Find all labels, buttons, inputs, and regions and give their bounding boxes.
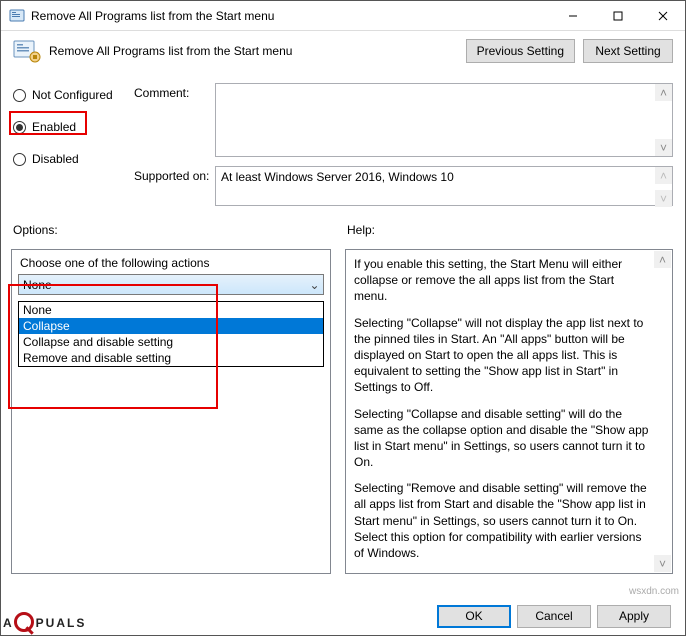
options-panel: Choose one of the following actions None… <box>11 249 331 574</box>
dropdown-option-none[interactable]: None <box>19 302 323 318</box>
apply-button[interactable]: Apply <box>597 605 671 628</box>
watermark-site: wsxdn.com <box>629 586 679 597</box>
radio-icon <box>13 153 26 166</box>
maximize-button[interactable] <box>595 1 640 30</box>
radio-label: Enabled <box>32 120 76 134</box>
help-paragraph: Selecting "Collapse" will not display th… <box>354 315 650 396</box>
dropdown-option-collapse-disable[interactable]: Collapse and disable setting <box>19 334 323 350</box>
chevron-down-icon: ⌄ <box>306 278 323 292</box>
header-title: Remove All Programs list from the Start … <box>49 44 458 58</box>
close-button[interactable] <box>640 1 685 30</box>
radio-not-configured[interactable]: Not Configured <box>13 83 123 107</box>
supported-on-box: At least Windows Server 2016, Windows 10… <box>215 166 673 206</box>
radio-label: Not Configured <box>32 88 113 102</box>
radio-icon <box>13 121 26 134</box>
help-paragraph: If you enable this setting, the Start Me… <box>354 256 650 305</box>
help-section-label: Help: <box>347 223 375 237</box>
help-paragraph: Selecting "Collapse and disable setting"… <box>354 406 650 471</box>
supported-on-value: At least Windows Server 2016, Windows 10 <box>216 167 655 187</box>
scroll-down-icon: ˅ <box>655 190 672 207</box>
help-paragraph: If you disable or do not configure this … <box>354 571 650 574</box>
scroll-up-icon: ˄ <box>655 167 672 184</box>
help-text: If you enable this setting, the Start Me… <box>346 250 672 574</box>
titlebar: Remove All Programs list from the Start … <box>1 1 685 31</box>
help-panel: If you enable this setting, the Start Me… <box>345 249 673 574</box>
window-title: Remove All Programs list from the Start … <box>31 9 550 23</box>
dropdown-list: None Collapse Collapse and disable setti… <box>18 301 324 367</box>
radio-label: Disabled <box>32 152 79 166</box>
comment-value <box>216 84 672 90</box>
scroll-down-icon[interactable]: ˅ <box>655 139 672 156</box>
radio-icon <box>13 89 26 102</box>
app-icon <box>9 8 25 24</box>
policy-icon <box>13 39 41 63</box>
choose-action-label: Choose one of the following actions <box>12 250 330 274</box>
action-dropdown[interactable]: None ⌄ <box>18 274 324 295</box>
next-setting-button[interactable]: Next Setting <box>583 39 673 63</box>
dropdown-option-remove-disable[interactable]: Remove and disable setting <box>19 350 323 366</box>
dropdown-selected-value: None <box>19 278 306 292</box>
radio-disabled[interactable]: Disabled <box>13 147 123 171</box>
header-row: Remove All Programs list from the Start … <box>1 31 685 71</box>
group-policy-dialog: Remove All Programs list from the Start … <box>0 0 686 636</box>
radio-enabled[interactable]: Enabled <box>13 115 123 139</box>
comment-textarea[interactable]: ˄ ˅ <box>215 83 673 157</box>
ok-button[interactable]: OK <box>437 605 511 628</box>
cancel-button[interactable]: Cancel <box>517 605 591 628</box>
help-paragraph: Selecting "Remove and disable setting" w… <box>354 480 650 561</box>
scroll-up-icon[interactable]: ˄ <box>655 84 672 101</box>
comment-label: Comment: <box>134 86 189 100</box>
supported-on-label: Supported on: <box>134 169 209 183</box>
dropdown-option-collapse[interactable]: Collapse <box>19 318 323 334</box>
minimize-button[interactable] <box>550 1 595 30</box>
scroll-down-icon[interactable]: ˅ <box>654 555 671 572</box>
options-section-label: Options: <box>13 223 58 237</box>
state-radio-group: Not Configured Enabled Disabled <box>13 83 123 179</box>
previous-setting-button[interactable]: Previous Setting <box>466 39 575 63</box>
dialog-footer: OK Cancel Apply <box>1 597 685 635</box>
scroll-up-icon[interactable]: ˄ <box>654 251 671 268</box>
